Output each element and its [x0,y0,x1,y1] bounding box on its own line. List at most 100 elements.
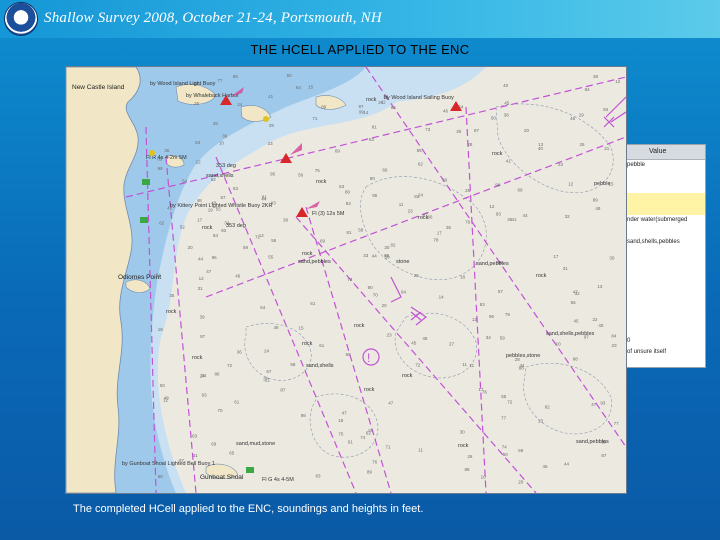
sounding-mark: 35 [169,293,175,298]
sounding-mark: 55 [501,394,507,399]
panel-row[interactable]: nder water(submerged [627,215,705,226]
rock-label: rock [492,151,503,157]
sounding-mark: 38 [283,218,289,223]
sounding-mark: 50 [287,73,293,78]
panel-row[interactable] [627,314,705,325]
sounding-mark: 17 [553,254,559,259]
sounding-mark: 67 [221,195,227,200]
sounding-mark: 24 [418,193,424,198]
nautical-chart[interactable]: 20 55 63 80 54 24 25 97 96 59 25 30 23 41 31 31 78 30 14 68… [65,66,627,494]
sounding-mark: 95 [372,193,378,198]
sounding-mark: 48 [422,336,428,341]
panel-row[interactable] [627,325,705,336]
sounding-mark: 40 [503,83,509,88]
sounding-mark: 45 [504,100,510,105]
sounding-mark: 59 [518,448,524,453]
panel-row[interactable] [627,204,705,215]
sounding-mark: 87 [601,453,607,458]
sounding-mark: 36 [446,225,452,230]
panel-row[interactable] [627,259,705,270]
sounding-mark: 87 [280,387,286,392]
feature-label: by Wood Island Sailing Buoy [384,95,454,101]
sounding-mark: 30 [609,256,615,261]
sounding-mark: 61 [310,301,316,306]
sounding-mark: 31 [563,266,569,271]
panel-row[interactable] [627,182,705,193]
panel-row[interactable] [627,193,705,204]
sounding-mark: 24 [237,102,243,107]
panel-row[interactable]: of unsure itself [627,347,705,358]
rock-label: rock [418,215,429,221]
feature-label: by Wood Island Light Buoy [150,81,216,87]
sounding-mark: 38 [504,112,510,117]
panel-row[interactable]: 0 [627,336,705,347]
panel-row[interactable] [627,292,705,303]
sounding-mark: 93 [600,401,606,406]
sounding-mark: 73 [347,277,353,282]
feature-label: by Gunboat Shoal Lighted Bell Buoy 1 [122,461,215,467]
feature-label: sand,pebbles [476,261,509,267]
depth-contours [244,103,614,458]
panel-row[interactable] [627,303,705,314]
sounding-mark: 99 [359,110,365,115]
sounding-mark: 21 [604,146,610,151]
sounding-mark: 63 [339,184,345,189]
sounding-mark: 39 [222,133,228,138]
sounding-mark: 75 [315,168,321,173]
sounding-mark: 26 [467,454,473,459]
sounding-mark: 62 [159,221,165,226]
noaa-logo-icon [4,2,38,36]
sounding-mark: 84 [611,333,617,338]
sounding-mark: 50 [491,115,497,120]
sounding-mark: 59 [500,336,506,341]
sounding-mark: 29 [579,113,585,118]
sounding-mark: 77 [614,421,620,426]
sounding-mark: 61 [319,343,325,348]
sounding-mark: 58 [290,362,296,367]
sounding-mark: 96 [212,255,218,260]
sounding-mark: 80 [345,190,351,195]
sounding-mark: 52 [180,224,186,229]
sounding-mark: 93 [202,392,208,397]
sounding-mark: 96 [495,182,501,187]
sounding-mark: 12 [568,181,574,186]
sounding-mark: 40 [538,146,544,151]
panel-row[interactable]: pebble [627,160,705,171]
sounding-mark: 46 [570,116,576,121]
sounding-mark: 18 [460,274,466,279]
sounding-mark: 18 [158,327,164,332]
panel-header: Value [627,145,705,160]
sounding-mark: 44 [372,254,378,259]
sounding-mark: 55 [271,238,277,243]
sounding-mark: 73 [425,127,431,132]
panel-row[interactable] [627,270,705,281]
sounding-mark: 71 [312,116,318,121]
sounding-mark: 89 [593,198,599,203]
sounding-mark: 25 [414,273,420,278]
sounding-mark: 97 [359,104,365,109]
sounding-mark: 77 [218,78,224,83]
panel-row[interactable] [627,248,705,259]
panel-row[interactable] [627,226,705,237]
sounding-mark: 64 [391,105,397,110]
sounding-mark: 30 [456,129,462,134]
sounding-mark: 58 [358,228,364,233]
sounding-mark: 47 [342,411,348,416]
panel-row[interactable] [627,281,705,292]
sounding-mark: 50 [503,452,509,457]
sounding-mark: 57 [498,289,504,294]
sounding-mark: 82 [545,404,551,409]
sounding-mark: 13 [597,284,603,289]
sounding-mark: 11 [462,362,467,367]
panel-row[interactable] [627,171,705,182]
panel-row[interactable]: sand,shells,pebbles [627,237,705,248]
sounding-mark: 89 [367,470,373,475]
sounding-mark: 36 [507,217,513,222]
sounding-mark: 46 [543,464,549,469]
sounding-mark: 23 [558,162,564,167]
sounding-mark: 70 [373,293,379,298]
sounding-mark: 63 [192,433,198,438]
sounding-mark: 17 [197,218,203,223]
rock-label: rock [402,373,413,379]
sounding-mark: 68 [346,352,352,357]
